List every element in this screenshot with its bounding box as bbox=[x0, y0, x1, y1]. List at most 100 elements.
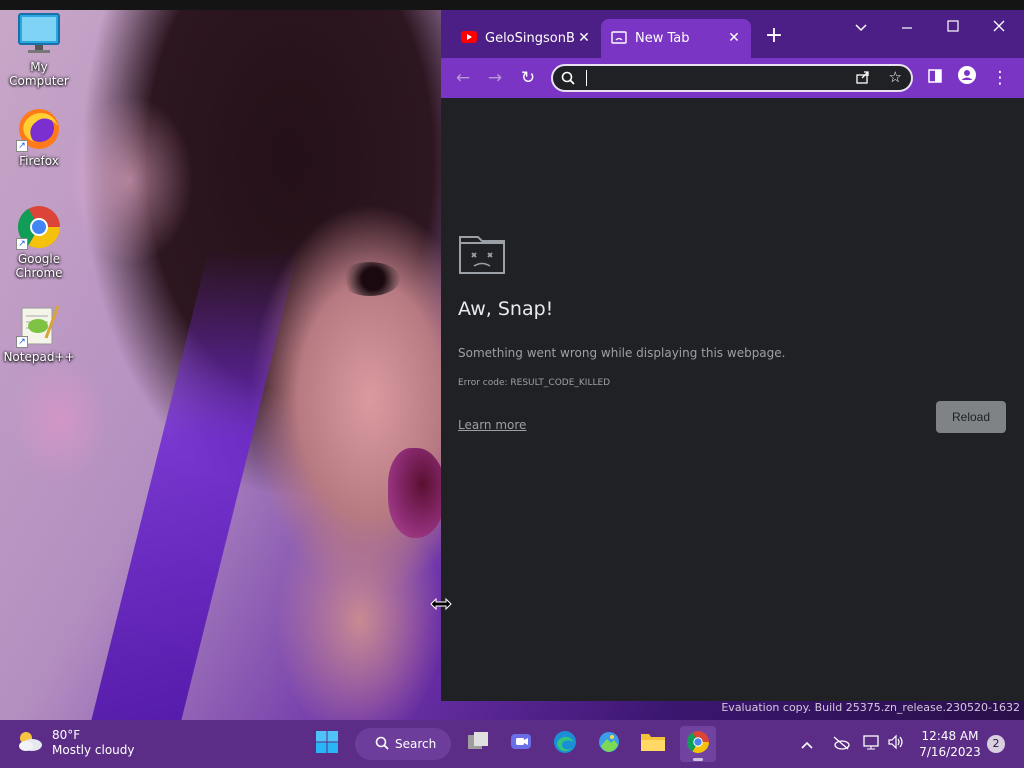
shortcut-arrow-icon: ↗ bbox=[16, 238, 28, 250]
error-page: Aw, Snap! Something went wrong while dis… bbox=[441, 98, 1024, 701]
arrow-left-icon: ← bbox=[455, 68, 471, 88]
tab-search-button[interactable] bbox=[841, 14, 881, 42]
clock-time: 12:48 AM bbox=[921, 729, 979, 743]
maximize-button[interactable] bbox=[933, 14, 973, 42]
avatar-icon bbox=[957, 66, 977, 90]
wallpaper-mouth bbox=[388, 448, 446, 538]
browser-toolbar: ← → ↻ ☆ ⋮ bbox=[441, 58, 1024, 98]
desktop-icon-label: My Computer bbox=[9, 60, 69, 88]
edge-app-button[interactable] bbox=[547, 726, 583, 762]
reload-icon: ↻ bbox=[520, 68, 536, 88]
error-message: Something went wrong while displaying th… bbox=[458, 346, 786, 360]
profile-button[interactable] bbox=[953, 65, 981, 91]
network-icon bbox=[863, 734, 881, 754]
youtube-icon bbox=[461, 30, 477, 47]
sad-tab-icon bbox=[611, 30, 627, 48]
taskbar-search[interactable]: Search bbox=[355, 728, 451, 760]
show-hidden-icons[interactable] bbox=[800, 720, 814, 768]
weather-widget[interactable]: 80°F Mostly cloudy bbox=[16, 728, 135, 758]
tab-strip: GeloSingsonBSC ✕ New Tab ✕ + bbox=[441, 10, 1024, 58]
desktop-icon-label: Google Chrome bbox=[15, 252, 63, 280]
forward-button[interactable]: → bbox=[481, 65, 509, 91]
volume-tray[interactable] bbox=[887, 720, 905, 768]
wallpaper-hair-strand bbox=[91, 250, 299, 720]
search-icon bbox=[561, 70, 575, 89]
new-tab-button[interactable]: + bbox=[761, 24, 787, 50]
shortcut-arrow-icon: ↗ bbox=[16, 140, 28, 152]
cloud-off-icon bbox=[832, 735, 850, 754]
kebab-menu-icon: ⋮ bbox=[991, 68, 1009, 88]
file-explorer-icon bbox=[640, 731, 666, 757]
reload-button[interactable]: Reload bbox=[936, 401, 1006, 433]
close-window-button[interactable] bbox=[979, 14, 1019, 42]
side-panel-icon bbox=[928, 68, 942, 88]
weather-condition: Mostly cloudy bbox=[52, 743, 135, 757]
taskbar: 80°F Mostly cloudy Search 12:48 AM 7/16/… bbox=[0, 720, 1024, 768]
active-indicator bbox=[693, 758, 703, 761]
desktop-icon-notepad-plus-plus[interactable]: ↗ Notepad++ bbox=[0, 302, 78, 364]
speaker-icon bbox=[887, 734, 905, 754]
learn-more-link[interactable]: Learn more bbox=[458, 418, 526, 432]
windows-start-icon bbox=[315, 730, 339, 758]
onedrive-tray[interactable] bbox=[832, 720, 850, 768]
text-caret bbox=[586, 70, 587, 86]
desktop-icon-label: Notepad++ bbox=[3, 350, 75, 364]
share-icon[interactable] bbox=[855, 69, 871, 89]
chrome-icon: ↗ bbox=[16, 204, 62, 250]
search-icon bbox=[375, 736, 389, 753]
menu-button[interactable]: ⋮ bbox=[986, 65, 1014, 91]
screen-top-bar bbox=[0, 0, 1024, 10]
maximize-icon bbox=[947, 20, 959, 36]
tab-new-tab[interactable]: New Tab ✕ bbox=[601, 19, 751, 58]
task-view-icon bbox=[466, 731, 490, 757]
weather-temperature: 80°F bbox=[52, 728, 81, 742]
network-tray[interactable] bbox=[863, 720, 881, 768]
tab-title: New Tab bbox=[635, 31, 690, 46]
chevron-up-icon bbox=[800, 735, 814, 754]
task-view-button[interactable] bbox=[460, 726, 496, 762]
search-label: Search bbox=[395, 737, 437, 751]
minimize-icon bbox=[901, 20, 913, 36]
notification-badge[interactable]: 2 bbox=[987, 735, 1005, 753]
back-button[interactable]: ← bbox=[449, 65, 477, 91]
chrome-taskbar-button[interactable] bbox=[680, 726, 716, 762]
meet-icon bbox=[509, 731, 533, 757]
desktop-icon-firefox[interactable]: ↗ Firefox bbox=[0, 106, 78, 168]
sad-tab-icon bbox=[458, 235, 506, 275]
monitor-icon bbox=[16, 12, 62, 58]
clock-date: 7/16/2023 bbox=[919, 745, 981, 759]
wallpaper-eye bbox=[340, 262, 400, 296]
tab-title: GeloSingsonBSC bbox=[485, 31, 575, 46]
desktop-icon-my-computer[interactable]: My Computer bbox=[0, 12, 78, 88]
close-icon[interactable]: ✕ bbox=[727, 31, 741, 45]
taskbar-clock[interactable]: 12:48 AM 7/16/2023 bbox=[915, 728, 985, 760]
start-button[interactable] bbox=[309, 726, 345, 762]
cloud-icon bbox=[16, 730, 44, 756]
shortcut-arrow-icon: ↗ bbox=[16, 336, 28, 348]
reload-toolbar-button[interactable]: ↻ bbox=[514, 65, 542, 91]
close-icon[interactable]: ✕ bbox=[577, 31, 591, 45]
minimize-button[interactable] bbox=[887, 14, 927, 42]
edge-icon bbox=[553, 730, 577, 758]
error-code: Error code: RESULT_CODE_KILLED bbox=[458, 378, 611, 388]
chrome-window: GeloSingsonBSC ✕ New Tab ✕ + bbox=[441, 10, 1024, 701]
meet-app-button[interactable] bbox=[503, 726, 539, 762]
notepad-plus-plus-icon: ↗ bbox=[16, 302, 62, 348]
photos-icon bbox=[597, 730, 621, 758]
chrome-icon bbox=[686, 730, 710, 758]
file-explorer-button[interactable] bbox=[635, 726, 671, 762]
chevron-down-icon bbox=[855, 20, 867, 36]
arrow-right-icon: → bbox=[487, 68, 503, 88]
star-icon[interactable]: ☆ bbox=[889, 68, 902, 86]
close-icon bbox=[993, 20, 1005, 36]
photos-app-button[interactable] bbox=[591, 726, 627, 762]
omnibox[interactable]: ☆ bbox=[551, 64, 913, 92]
error-title: Aw, Snap! bbox=[458, 298, 554, 320]
desktop-icon-label: Firefox bbox=[19, 154, 59, 168]
resize-cursor-icon bbox=[430, 595, 452, 611]
side-panel-button[interactable] bbox=[921, 65, 949, 91]
desktop-icon-google-chrome[interactable]: ↗ Google Chrome bbox=[0, 204, 78, 280]
tab-gelosingsonbsc[interactable]: GeloSingsonBSC ✕ bbox=[451, 19, 601, 58]
evaluation-watermark: Evaluation copy. Build 25375.zn_release.… bbox=[721, 701, 1020, 714]
firefox-icon: ↗ bbox=[16, 106, 62, 152]
